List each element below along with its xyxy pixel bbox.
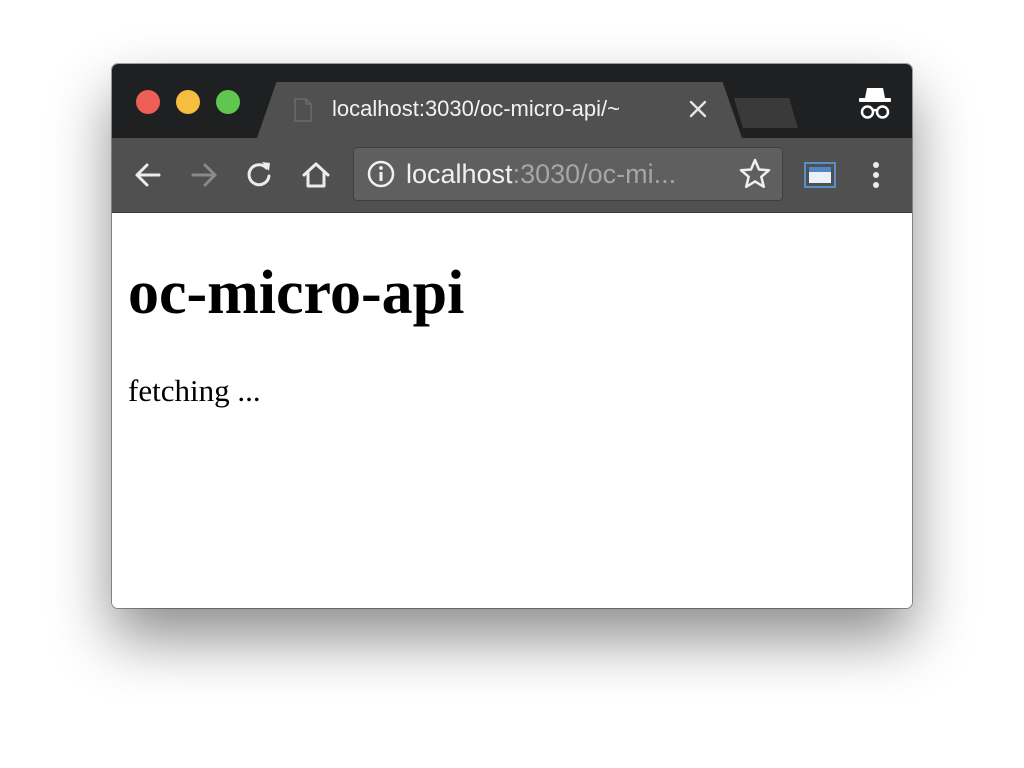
address-bar[interactable]: localhost:3030/oc-mi... [353, 147, 783, 201]
url-host: localhost [406, 159, 513, 189]
browser-window: localhost:3030/oc-micro-api/~ localhost:… [112, 64, 912, 608]
incognito-icon [859, 88, 891, 119]
home-icon[interactable] [299, 158, 333, 192]
title-bar: localhost:3030/oc-micro-api/~ [112, 64, 912, 138]
menu-icon[interactable] [864, 158, 888, 192]
page-icon [294, 98, 312, 122]
new-tab-button[interactable] [734, 98, 798, 128]
url-text[interactable]: localhost:3030/oc-mi... [406, 158, 711, 190]
window-minimize-button[interactable] [176, 90, 200, 114]
page-content: oc-micro-api fetching ... [112, 213, 912, 608]
window-maximize-button[interactable] [216, 90, 240, 114]
close-icon[interactable] [686, 97, 710, 121]
info-icon[interactable] [367, 160, 395, 188]
reload-icon[interactable] [243, 158, 277, 192]
url-path: :3030/oc-mi... [512, 159, 677, 189]
forward-arrow-icon[interactable] [187, 158, 221, 192]
back-arrow-icon[interactable] [131, 158, 165, 192]
status-text: fetching ... [128, 373, 261, 408]
page-heading: oc-micro-api [128, 259, 465, 327]
star-icon[interactable] [738, 157, 772, 191]
tab-title: localhost:3030/oc-micro-api/~ [332, 96, 620, 121]
cast-icon[interactable] [802, 158, 838, 192]
window-close-button[interactable] [136, 90, 160, 114]
browser-toolbar: localhost:3030/oc-mi... [112, 138, 912, 213]
